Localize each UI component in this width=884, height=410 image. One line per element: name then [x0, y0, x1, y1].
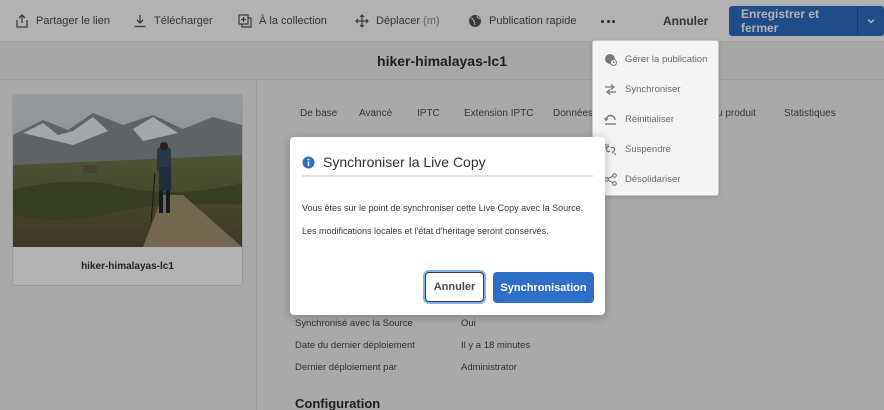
synchronize-button[interactable]: Synchronisation — [493, 272, 594, 303]
menu-item-label: Réinitialiser — [625, 113, 675, 125]
menu-item-label: Désolidariser — [625, 173, 681, 185]
manage-publication-icon — [605, 53, 617, 66]
dialog-header: Synchroniser la Live Copy — [302, 149, 593, 177]
dialog-message-line-1: Vous êtes sur le point de synchroniser c… — [302, 203, 584, 213]
menu-item-suspend[interactable]: Suspendre — [593, 134, 718, 164]
menu-item-label: Suspendre — [625, 143, 671, 155]
info-icon — [302, 156, 315, 168]
menu-item-reset[interactable]: Réinitialiser — [593, 104, 718, 134]
dialog-message-line-2: Les modifications locales et l'état d'hé… — [302, 226, 549, 236]
reset-icon — [604, 114, 616, 125]
menu-item-label: Synchroniser — [625, 83, 681, 95]
more-actions-menu: Gérer la publication Synchroniser Réinit… — [592, 40, 719, 196]
dialog-title: Synchroniser la Live Copy — [323, 154, 486, 170]
dialog-cancel-button[interactable]: Annuler — [425, 272, 484, 302]
menu-item-label: Gérer la publication — [625, 53, 708, 65]
sync-icon — [605, 83, 616, 95]
menu-item-detach[interactable]: Désolidariser — [593, 164, 718, 194]
suspend-icon — [604, 143, 617, 155]
menu-item-synchronize[interactable]: Synchroniser — [593, 74, 718, 104]
detach-icon — [604, 172, 617, 186]
menu-item-manage-publication[interactable]: Gérer la publication — [593, 44, 718, 74]
